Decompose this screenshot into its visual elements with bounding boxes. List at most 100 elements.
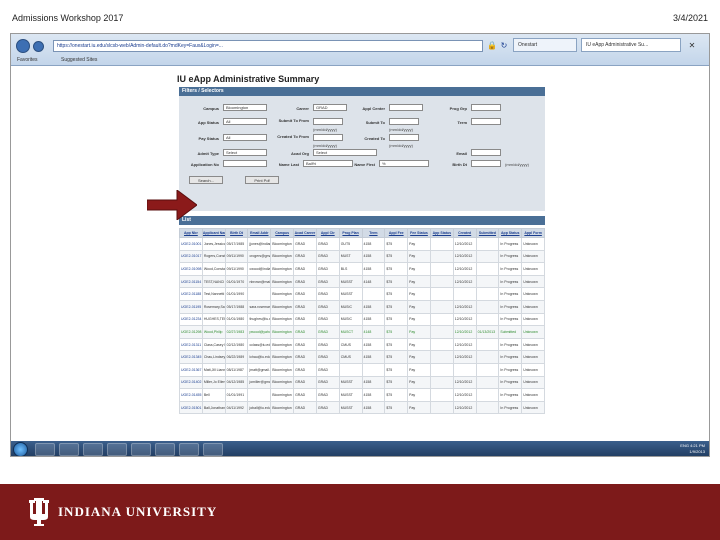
app-nbr-link[interactable]: UGE2-01154 xyxy=(179,274,203,289)
app-nbr-link[interactable]: UGE2-01234 xyxy=(179,312,203,327)
career-select[interactable]: GRAD xyxy=(313,104,347,111)
appl-center-label: Appl Center xyxy=(362,106,385,111)
taskbar-excel-icon[interactable] xyxy=(155,443,175,456)
column-header[interactable]: Email Addr xyxy=(247,228,272,238)
table-row[interactable]: UGE2-01188 Test,Nannetti 01/01/1990 Bloomin… xyxy=(179,287,545,301)
app-nbr-link[interactable]: UGE2-01298 xyxy=(179,325,203,339)
taskbar-app2-icon[interactable] xyxy=(203,443,223,456)
column-header[interactable]: App Nbr xyxy=(179,228,203,238)
tab-onestart[interactable]: Onestart xyxy=(513,38,577,52)
column-header[interactable]: Acad Career xyxy=(293,228,317,238)
table-cell: TEST,NANCI EDITH xyxy=(201,274,226,289)
table-row[interactable]: UGE2-01154TEST,NANCI EDITH01/01/1970nbro… xyxy=(179,274,545,289)
taskbar-ie-icon[interactable] xyxy=(35,443,55,456)
app-nbr-link[interactable]: UGE2-01017 xyxy=(179,249,203,264)
app-nbr-link[interactable]: UGE2-01455 xyxy=(179,388,203,402)
refresh-icon[interactable]: ↻ xyxy=(499,41,509,51)
back-icon[interactable] xyxy=(16,39,30,53)
table-row[interactable]: UGE2-01001 Jones,Jessica 05/17/1985 jjones@… xyxy=(179,237,545,251)
submit-to-input[interactable] xyxy=(389,118,419,125)
created-from-input[interactable] xyxy=(313,134,343,141)
university-footer: INDIANA UNIVERSITY xyxy=(0,484,720,540)
submit-from-input[interactable] xyxy=(313,118,343,125)
app-nbr-link[interactable]: UGE2-01311 xyxy=(179,337,203,352)
name-first-input[interactable]: % xyxy=(379,160,429,167)
table-cell: 01/01/1970 xyxy=(224,274,249,289)
pay-status-select[interactable]: All xyxy=(223,134,267,141)
table-cell: 12/10/2012 xyxy=(452,249,477,264)
term-input[interactable] xyxy=(471,118,501,125)
table-row[interactable]: UGE2-01098Wood,Constance Marie09/11/1990… xyxy=(179,262,545,276)
column-header[interactable]: App Status xyxy=(498,228,523,238)
address-bar[interactable]: https://onestart.iu.edu/slcsb-web/Admin-… xyxy=(53,40,483,52)
table-row[interactable]: UGE2-01501Ball,Jonathan Oliver04/11/1992… xyxy=(179,400,545,415)
table-row[interactable]: UGE2-01402 Miller,Jo Ellen 04/12/1985 jomil… xyxy=(179,375,545,390)
email-input[interactable] xyxy=(471,149,501,156)
app-nbr-link[interactable]: UGE2-01188 xyxy=(179,287,203,301)
column-header[interactable]: App Status xyxy=(429,228,454,238)
table-cell: MUSST xyxy=(338,400,363,415)
column-header[interactable]: Prog Plan xyxy=(338,228,363,238)
created-to-input[interactable] xyxy=(389,134,419,141)
app-nbr-link[interactable]: UGE2-01367 xyxy=(179,362,203,377)
column-header[interactable]: Created xyxy=(452,228,477,238)
table-row[interactable]: UGE2-01017Rogers,Constance Marie09/11/19… xyxy=(179,249,545,264)
table-cell xyxy=(429,400,454,415)
table-row[interactable]: UGE2-01234HUGHES,TERRY LYNN01/01/1980thu… xyxy=(179,312,545,327)
suggested-sites-link[interactable]: Suggested Sites xyxy=(61,57,97,63)
table-cell: GRAD xyxy=(315,350,340,364)
table-cell xyxy=(429,337,454,352)
table-cell: cclass@iu.edu xyxy=(247,337,272,352)
table-cell: $75 xyxy=(384,337,409,352)
table-cell: thughes@iu.edu xyxy=(247,312,272,327)
table-row[interactable]: UGE2-01311Class,Casey Madison02/12/1980c… xyxy=(179,337,545,352)
favorites-link[interactable]: Favorites xyxy=(17,57,38,63)
appl-center-select[interactable] xyxy=(389,104,423,111)
submit-from-label: Submit To From xyxy=(278,118,309,123)
campus-select[interactable]: Bloomington xyxy=(223,104,267,111)
acad-org-select[interactable]: Select xyxy=(313,149,377,156)
print-pdf-button[interactable]: Print Pdf xyxy=(245,176,279,184)
taskbar-app-icon[interactable] xyxy=(179,443,199,456)
admit-type-select[interactable]: Select xyxy=(223,149,267,156)
column-header[interactable]: Campus xyxy=(270,228,295,238)
table-cell: Chau,Lindsey xyxy=(201,350,226,364)
search-button[interactable]: Search... xyxy=(189,176,223,184)
table-row[interactable]: UGE2-01455 Bell 01/01/1991 Bloomington GRAD G… xyxy=(179,388,545,402)
table-cell: $75 xyxy=(384,249,409,264)
filters-panel: Campus Bloomington Career GRAD Appl Cent… xyxy=(179,96,545,211)
table-row[interactable]: UGE2-01367 Matt,Jill Lianne 08/11/1987 jmat… xyxy=(179,362,545,377)
column-header[interactable]: Appl Form xyxy=(521,228,545,238)
birth-dt-input[interactable] xyxy=(471,160,501,167)
taskbar-outlook-icon[interactable] xyxy=(107,443,127,456)
list-header: List xyxy=(179,216,545,225)
table-cell: $75 xyxy=(384,375,409,390)
app-nbr-link[interactable]: UGE2-01501 xyxy=(179,400,203,415)
table-cell: jmatt@gmail.com xyxy=(247,362,272,377)
column-header[interactable]: Fee Status xyxy=(407,228,431,238)
app-nbr-link[interactable]: UGE2-01402 xyxy=(179,375,203,390)
start-button[interactable] xyxy=(13,442,28,456)
column-header[interactable]: Birth Dt xyxy=(224,228,249,238)
table-row[interactable]: UGE2-01195Rosemary,Sara Lauden05/17/1988… xyxy=(179,299,545,314)
prog-grp-input[interactable] xyxy=(471,104,501,111)
app-status-select[interactable]: All xyxy=(223,118,267,125)
app-nbr-link[interactable]: UGE2-01345 xyxy=(179,350,203,364)
forward-icon[interactable] xyxy=(33,41,44,52)
app-nbr-link[interactable]: UGE2-01098 xyxy=(179,262,203,276)
taskbar-folder-icon[interactable] xyxy=(59,443,79,456)
column-header[interactable]: Appl Ctr xyxy=(315,228,340,238)
column-header[interactable]: Submitted xyxy=(475,228,500,238)
app-nbr-link[interactable]: UGE2-01195 xyxy=(179,299,203,314)
column-header[interactable]: Term xyxy=(361,228,386,238)
table-row[interactable]: UGE2-01298 Wood,Philip 02/27/1983 pwood@yah… xyxy=(179,325,545,339)
taskbar-media-icon[interactable] xyxy=(83,443,103,456)
column-header[interactable]: Applicant Name xyxy=(201,228,226,238)
close-icon[interactable]: ✕ xyxy=(687,41,697,51)
table-cell: MUSST xyxy=(338,388,363,402)
tab-admin-summary[interactable]: IU eApp Administrative Su... xyxy=(581,38,681,52)
column-header[interactable]: Appl Fee xyxy=(384,228,409,238)
taskbar-word-icon[interactable] xyxy=(131,443,151,456)
app-nbr-link[interactable]: UGE2-01001 xyxy=(179,237,203,251)
table-row[interactable]: UGE2-01345 Chau,Lindsey 06/22/1989 lchau@iu… xyxy=(179,350,545,364)
